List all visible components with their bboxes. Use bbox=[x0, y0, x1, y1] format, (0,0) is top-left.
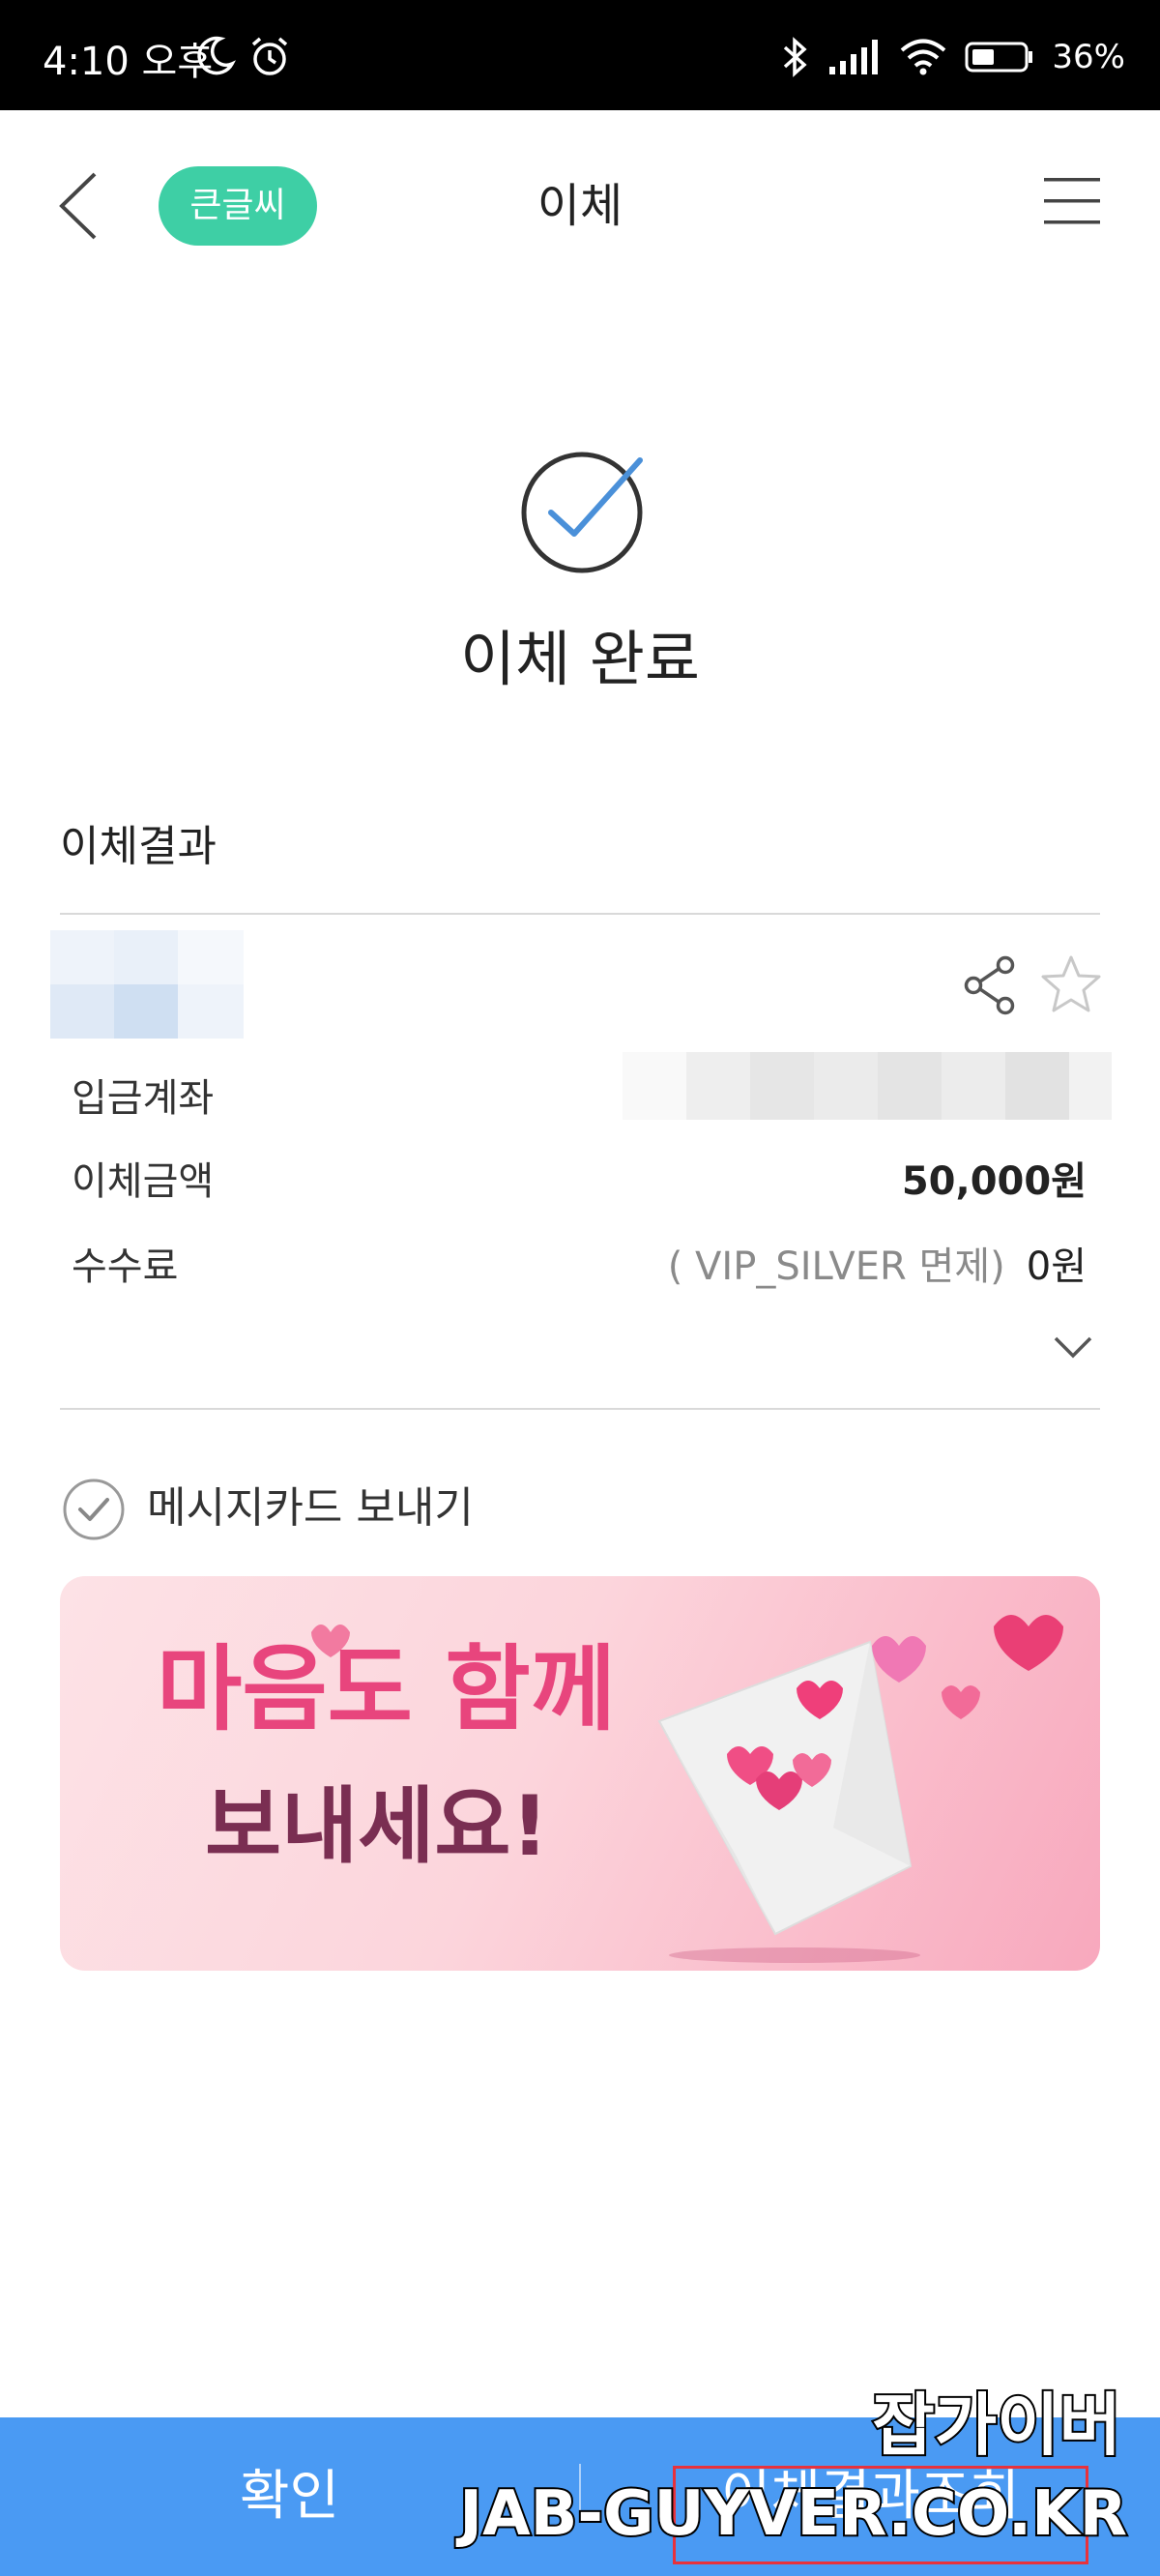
message-card-banner[interactable]: 마음도 함께 보내세요! bbox=[60, 1576, 1100, 1971]
fee-exemption-note: ( VIP_SILVER 면제) bbox=[667, 1244, 1005, 1289]
big-font-toggle[interactable]: 큰글씨 bbox=[159, 166, 317, 246]
section-title: 이체결과 bbox=[60, 822, 217, 871]
hamburger-menu-icon[interactable] bbox=[1044, 174, 1100, 228]
banner-text-line1: 마음도 함께 bbox=[157, 1635, 616, 1743]
row-label-account: 입금계좌 bbox=[72, 1076, 215, 1121]
message-card-checkbox[interactable] bbox=[62, 1478, 126, 1541]
banner-art: 마음도 함께 보내세요! bbox=[157, 1615, 1063, 1963]
check-circle-icon bbox=[521, 452, 643, 573]
star-icon[interactable] bbox=[1040, 953, 1102, 1015]
signal-icon bbox=[829, 40, 879, 74]
divider bbox=[60, 1408, 1100, 1410]
share-icon[interactable] bbox=[963, 955, 1017, 1015]
watermark-korean: 잡가이버 bbox=[870, 2384, 1123, 2467]
alarm-icon bbox=[251, 37, 288, 75]
moon-icon bbox=[197, 36, 236, 75]
message-card-label[interactable]: 메시지카드 보내기 bbox=[147, 1479, 474, 1537]
chevron-down-icon[interactable] bbox=[1054, 1334, 1092, 1361]
fee-row-value: ( VIP_SILVER 면제) 0원 bbox=[668, 1240, 1087, 1294]
account-number-masked bbox=[623, 1052, 1112, 1120]
fee-amount: 0원 bbox=[1026, 1244, 1087, 1289]
recipient-name-masked bbox=[50, 930, 244, 1039]
envelope-illustration bbox=[657, 1615, 1063, 1963]
transfer-amount: 50,000원 bbox=[901, 1159, 1087, 1204]
bluetooth-icon bbox=[784, 37, 808, 77]
divider bbox=[60, 913, 1100, 915]
wifi-icon bbox=[901, 39, 946, 75]
row-label-amount: 이체금액 bbox=[72, 1159, 215, 1204]
transfer-complete-title: 이체 완료 bbox=[460, 624, 700, 694]
back-button[interactable] bbox=[56, 170, 101, 242]
banner-text-line2: 보내세요! bbox=[205, 1778, 549, 1875]
row-label-fee: 수수료 bbox=[72, 1244, 179, 1289]
battery-percent: 36% bbox=[1052, 38, 1125, 76]
status-bar: 4:10 오후 36% bbox=[0, 0, 1160, 110]
status-time: 4:10 오후 bbox=[43, 40, 214, 84]
watermark-url: JAB-GUYVER.CO.KR bbox=[457, 2476, 1129, 2552]
battery-icon bbox=[965, 42, 1033, 73]
page-title: 이체 bbox=[536, 179, 624, 233]
